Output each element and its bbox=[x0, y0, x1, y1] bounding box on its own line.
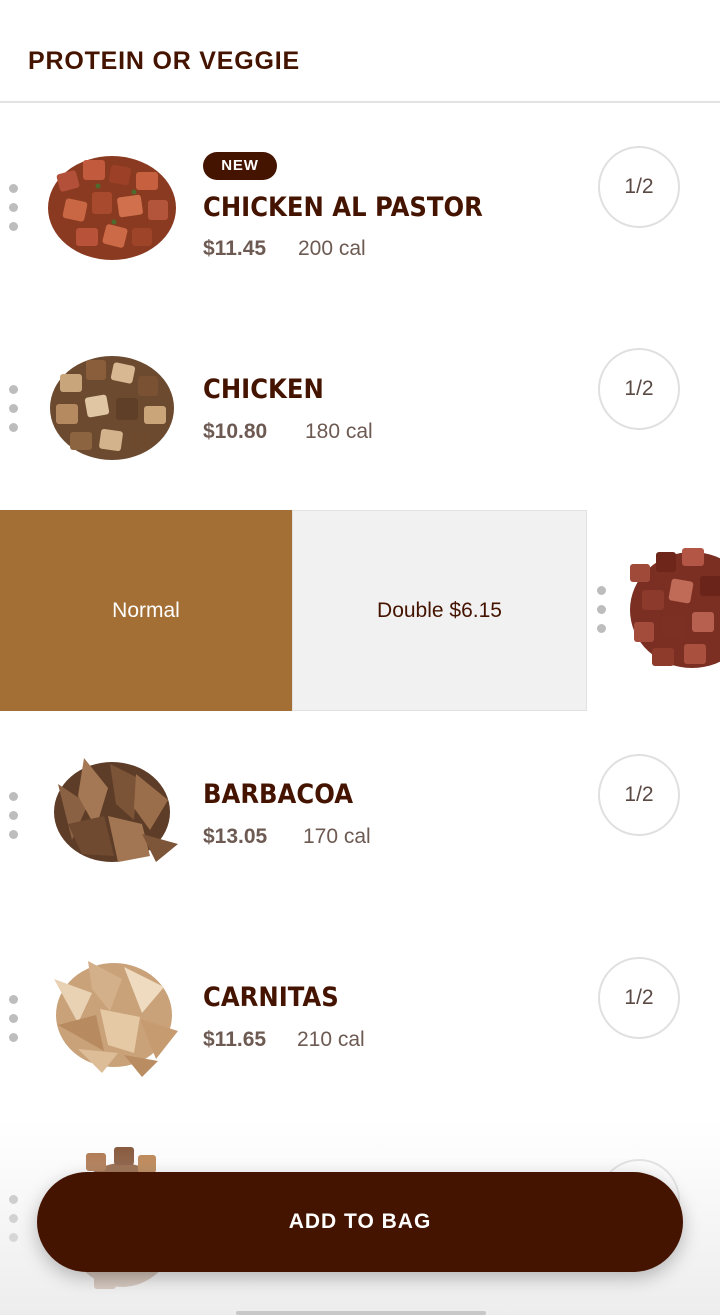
new-badge: NEW bbox=[203, 152, 277, 180]
item-calories: 210 cal bbox=[297, 1028, 365, 1051]
item-price: $11.65 bbox=[203, 1028, 267, 1051]
half-portion-button[interactable]: 1/2 bbox=[598, 146, 680, 228]
half-portion-button[interactable]: 1/2 bbox=[598, 754, 680, 836]
item-calories: 170 cal bbox=[303, 825, 371, 848]
barbacoa-image bbox=[38, 744, 186, 874]
drag-handle-icon[interactable] bbox=[8, 995, 18, 1043]
steak-image bbox=[622, 540, 720, 680]
half-portion-button[interactable]: 1/2 bbox=[598, 348, 680, 430]
portion-options: Normal Double $6.15 bbox=[0, 510, 587, 711]
normal-portion-button[interactable]: Normal bbox=[0, 510, 292, 711]
item-price: $13.05 bbox=[203, 825, 268, 848]
home-indicator bbox=[236, 1311, 486, 1315]
drag-handle-icon[interactable] bbox=[8, 184, 18, 232]
page-header: PROTEIN OR VEGGIE bbox=[0, 0, 720, 103]
half-portion-button[interactable]: 1/2 bbox=[598, 957, 680, 1039]
drag-handle-icon[interactable] bbox=[8, 385, 18, 433]
item-calories: 200 cal bbox=[298, 237, 366, 260]
add-to-bag-button[interactable]: ADD TO BAG bbox=[37, 1172, 683, 1272]
drag-handle-icon[interactable] bbox=[596, 586, 606, 634]
list-item-barbacoa[interactable]: BARBACOA $13.05 170 cal 1/2 bbox=[0, 742, 720, 942]
item-calories: 180 cal bbox=[305, 420, 373, 443]
item-price: $10.80 bbox=[203, 420, 268, 443]
item-name: CARNITAS bbox=[203, 982, 339, 1013]
page-title: PROTEIN OR VEGGIE bbox=[28, 47, 300, 75]
drag-handle-icon[interactable] bbox=[8, 792, 18, 840]
carnitas-image bbox=[38, 949, 186, 1079]
item-price: $11.45 bbox=[203, 237, 267, 260]
chicken-image bbox=[38, 342, 186, 472]
list-item-chicken-al-pastor[interactable]: NEW CHICKEN AL PASTOR $11.45 200 cal 1/2 bbox=[0, 140, 720, 340]
double-portion-button[interactable]: Double $6.15 bbox=[292, 510, 587, 711]
item-name: CHICKEN bbox=[203, 374, 324, 405]
item-name: CHICKEN AL PASTOR bbox=[203, 192, 483, 223]
list-item-carnitas[interactable]: CARNITAS $11.65 210 cal 1/2 bbox=[0, 945, 720, 1145]
al-pastor-image bbox=[38, 142, 186, 272]
item-name: BARBACOA bbox=[203, 779, 354, 810]
